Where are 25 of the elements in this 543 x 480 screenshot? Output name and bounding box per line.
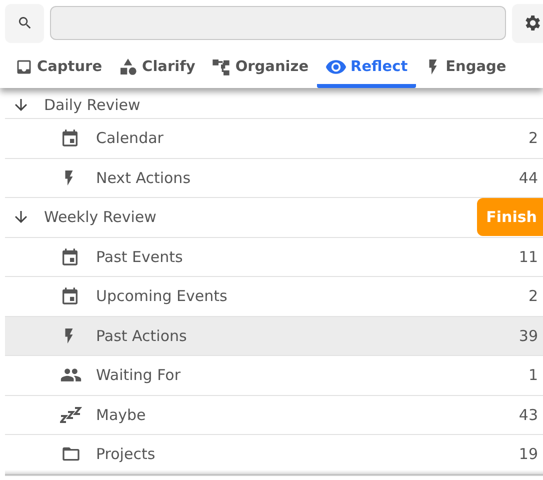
shapes-icon — [118, 57, 138, 77]
section-header[interactable]: Daily Review — [5, 92, 543, 119]
tray-icon — [15, 58, 33, 76]
nav-tab[interactable]: Engage — [416, 46, 514, 88]
list-item[interactable]: Maybe 43 — [5, 396, 543, 435]
list-item[interactable]: Past Events 11 — [5, 238, 543, 277]
hierarchy-icon — [211, 57, 232, 77]
section-header[interactable]: Weekly Review Finish — [5, 198, 543, 238]
calendar-icon — [60, 286, 80, 306]
nav-tab[interactable]: Organize — [203, 46, 317, 88]
list-item[interactable]: Past Actions 39 — [5, 316, 543, 356]
search-icon — [16, 15, 32, 31]
search-field[interactable] — [50, 6, 506, 40]
list-item[interactable]: Calendar 2 — [5, 119, 543, 158]
sleep-icon — [60, 406, 82, 423]
list-item[interactable]: Projects 19 — [5, 435, 543, 474]
settings-button[interactable] — [512, 4, 543, 42]
calendar-icon — [60, 246, 80, 267]
calendar-icon — [60, 128, 80, 148]
nav-tab[interactable]: Clarify — [110, 46, 204, 88]
list-item[interactable]: Next Actions 44 — [5, 158, 543, 198]
nav-tab[interactable]: Capture — [7, 46, 110, 88]
search-button[interactable] — [5, 4, 44, 42]
nav-tab[interactable]: Reflect — [316, 46, 416, 88]
list-item[interactable]: Waiting For 1 — [5, 356, 543, 396]
